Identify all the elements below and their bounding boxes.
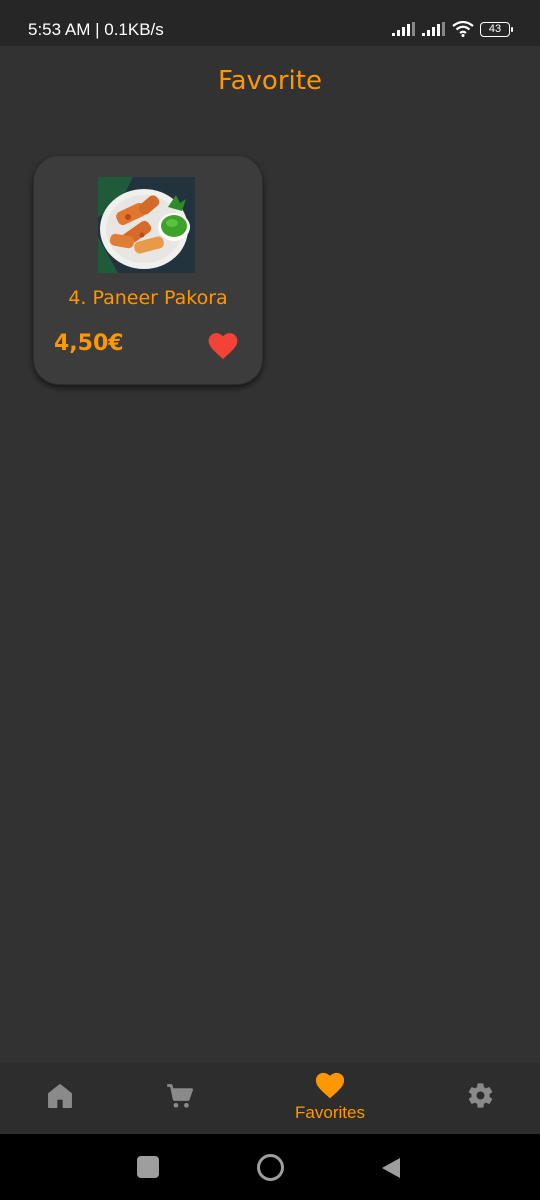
back-button[interactable] [380, 1156, 402, 1180]
bottom-navigation: Favorites [0, 1062, 540, 1134]
paneer-pakora-photo [98, 177, 195, 273]
status-time: 5:53 AM | 0.1KB/s [28, 20, 164, 39]
home-button[interactable] [257, 1154, 284, 1181]
heart-icon [315, 1072, 345, 1099]
food-price: 4,50€ [54, 331, 124, 356]
battery-icon: 43 [480, 21, 513, 37]
favorite-heart-icon[interactable] [208, 332, 238, 360]
favorite-item-card[interactable]: 4. Paneer Pakora 4,50€ [33, 155, 263, 385]
cart-icon [167, 1084, 194, 1108]
signal-icon [392, 22, 415, 36]
system-navigation-bar [0, 1134, 540, 1200]
status-bar: 5:53 AM | 0.1KB/s 43 [0, 0, 540, 46]
gear-icon [468, 1083, 493, 1108]
home-icon [48, 1084, 72, 1108]
nav-favorites-label: Favorites [295, 1103, 365, 1122]
battery-level: 43 [488, 22, 502, 35]
recents-button[interactable] [137, 1156, 159, 1178]
page-title: Favorite [218, 66, 322, 96]
food-name: 4. Paneer Pakora [68, 287, 228, 309]
status-icons: 43 [392, 20, 513, 38]
wifi-icon [452, 21, 474, 37]
signal-icon-2 [422, 22, 445, 36]
